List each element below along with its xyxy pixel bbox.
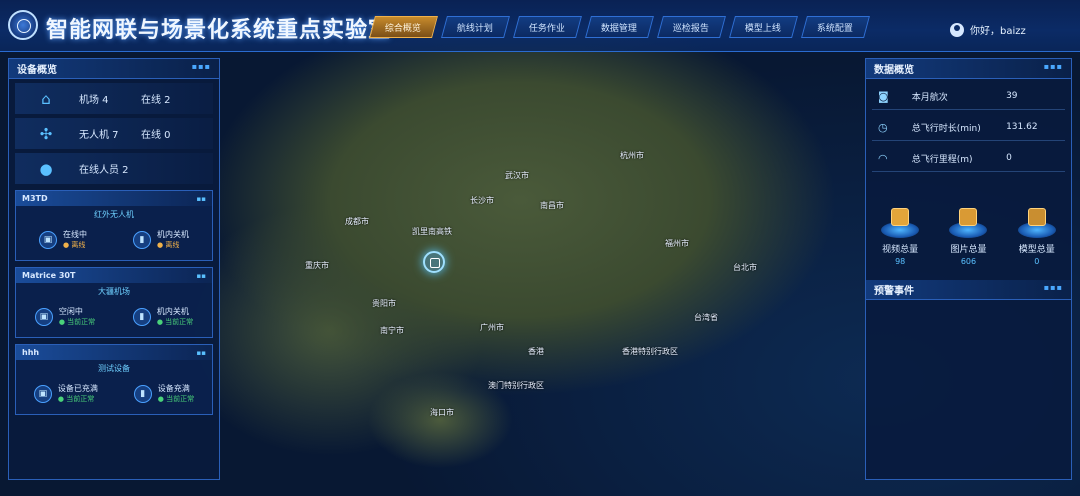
map-label: 南昌市 (540, 201, 564, 210)
image-icon (959, 208, 978, 226)
map-label: 澳门特别行政区 (488, 381, 544, 390)
camera-icon: ◙ (878, 89, 889, 103)
device-card[interactable]: Matrice 30T ▪▪ 大疆机场 ▣ 空闲中 ● 当前正常 ▮ 机内关机 ● 当… (15, 267, 213, 338)
power-icon: ▮ (133, 231, 151, 249)
device-type: 测试设备 (98, 364, 130, 373)
user-icon (950, 22, 964, 37)
model-icon (1027, 208, 1046, 226)
overview-row-dock[interactable]: ⌂ 机场 4 在线 2 (15, 83, 213, 114)
video-icon (891, 208, 910, 226)
tab-system[interactable]: 系统配置 (801, 16, 870, 38)
tab-task[interactable]: 任务作业 (513, 16, 582, 38)
user-menu[interactable]: 你好，baizz (950, 22, 1026, 37)
dock-icon: ⌂ (41, 89, 51, 108)
lab-logo (8, 10, 38, 40)
map-label: 香港特别行政区 (622, 347, 678, 356)
device-name: hhh (22, 348, 40, 357)
tab-model[interactable]: 模型上线 (729, 16, 798, 38)
device-name: Matrice 30T (22, 271, 76, 280)
stat-row: ◠ 总飞行里程(m) 0 (872, 145, 1065, 172)
media-image[interactable]: 图片总量 606 (938, 208, 998, 266)
dock-status-icon: ▣ (39, 231, 57, 249)
device-status-item: ▣ 在线中 ● 离线 (39, 229, 87, 251)
map-label: 广州市 (480, 323, 504, 332)
map-label: 海口市 (430, 408, 454, 417)
power-icon: ▮ (133, 385, 152, 403)
map-label: 贵阳市 (372, 299, 396, 308)
device-status-item: ▮ 机内关机 ● 离线 (133, 229, 189, 251)
map-label: 长沙市 (470, 196, 494, 205)
device-type: 红外无人机 (94, 210, 134, 219)
more-icon[interactable]: ▪▪ (197, 349, 207, 357)
stat-row: ◷ 总飞行时长(min) 131.62 (872, 114, 1065, 141)
panel-title: 设备概览 (9, 59, 219, 79)
device-status-item: ▣ 设备已充满 ● 当前正常 (33, 383, 98, 405)
drone-icon: ✣ (39, 124, 53, 143)
device-card[interactable]: hhh ▪▪ 测试设备 ▣ 设备已充满 ● 当前正常 ▮ 设备充满 ● 当前正常 (15, 344, 213, 415)
media-model[interactable]: 模型总量 0 (1007, 208, 1067, 266)
device-name: M3TD (22, 194, 48, 203)
app-title: 智能网联与场景化系统重点实验室 (46, 18, 392, 43)
power-icon: ▮ (132, 308, 151, 326)
map-label: 重庆市 (305, 261, 329, 270)
media-stats: 视频总量 98 图片总量 606 模型总量 0 (866, 208, 1071, 266)
stat-row: ◙ 本月航次 39 (872, 83, 1065, 110)
data-overview-panel: 数据概览 ◙ 本月航次 39 ◷ 总飞行时长(min) 131.62 ◠ 总飞行… (865, 58, 1072, 480)
user-greeting: 你好，baizz (970, 26, 1026, 37)
device-status-item: ▮ 设备充满 ● 当前正常 (133, 383, 194, 405)
location-marker-icon[interactable] (423, 251, 445, 273)
tab-route-plan[interactable]: 航线计划 (441, 16, 510, 38)
media-video[interactable]: 视频总量 98 (870, 208, 930, 266)
device-card[interactable]: M3TD ▪▪ 红外无人机 ▣ 在线中 ● 离线 ▮ 机内关机 ● 离线 (15, 190, 213, 261)
more-icon[interactable]: ▪▪ (197, 272, 207, 280)
panel-title: 数据概览 (866, 59, 1071, 79)
map-marker-label: 凯里南高铁 (412, 227, 452, 236)
tab-data[interactable]: 数据管理 (585, 16, 654, 38)
more-icon[interactable]: ▪▪ (197, 195, 207, 203)
device-status-item: ▣ 空闲中 ● 当前正常 (34, 306, 95, 328)
map-label: 福州市 (665, 239, 689, 248)
tab-report[interactable]: 巡检报告 (657, 16, 726, 38)
dock-status-icon: ▣ (33, 385, 52, 403)
map-label: 南宁市 (380, 326, 404, 335)
overview-row-drone[interactable]: ✣ 无人机 7 在线 0 (15, 118, 213, 149)
person-icon: ● (39, 159, 53, 178)
device-status-item: ▮ 机内关机 ● 当前正常 (132, 306, 193, 328)
device-overview-panel: 设备概览 ⌂ 机场 4 在线 2 ✣ 无人机 7 在线 0 ● 在线人员 2 M… (8, 58, 220, 480)
map-label: 成都市 (345, 217, 369, 226)
map-label: 香港 (528, 347, 544, 356)
dock-status-icon: ▣ (34, 308, 53, 326)
map-label: 武汉市 (505, 171, 529, 180)
map-label: 杭州市 (620, 151, 644, 160)
clock-icon: ◷ (878, 120, 888, 134)
events-title: 预警事件 (866, 280, 1071, 300)
map-label: 台北市 (733, 263, 757, 272)
overview-row-person[interactable]: ● 在线人员 2 (15, 153, 213, 184)
distance-icon: ◠ (878, 151, 888, 165)
main-nav: 综合概览 航线计划 任务作业 数据管理 巡检报告 模型上线 系统配置 (369, 16, 870, 38)
tab-overview[interactable]: 综合概览 (369, 16, 438, 38)
map-label: 台湾省 (694, 313, 718, 322)
top-header: 智能网联与场景化系统重点实验室 综合概览 航线计划 任务作业 数据管理 巡检报告… (0, 0, 1080, 52)
device-type: 大疆机场 (98, 287, 130, 296)
